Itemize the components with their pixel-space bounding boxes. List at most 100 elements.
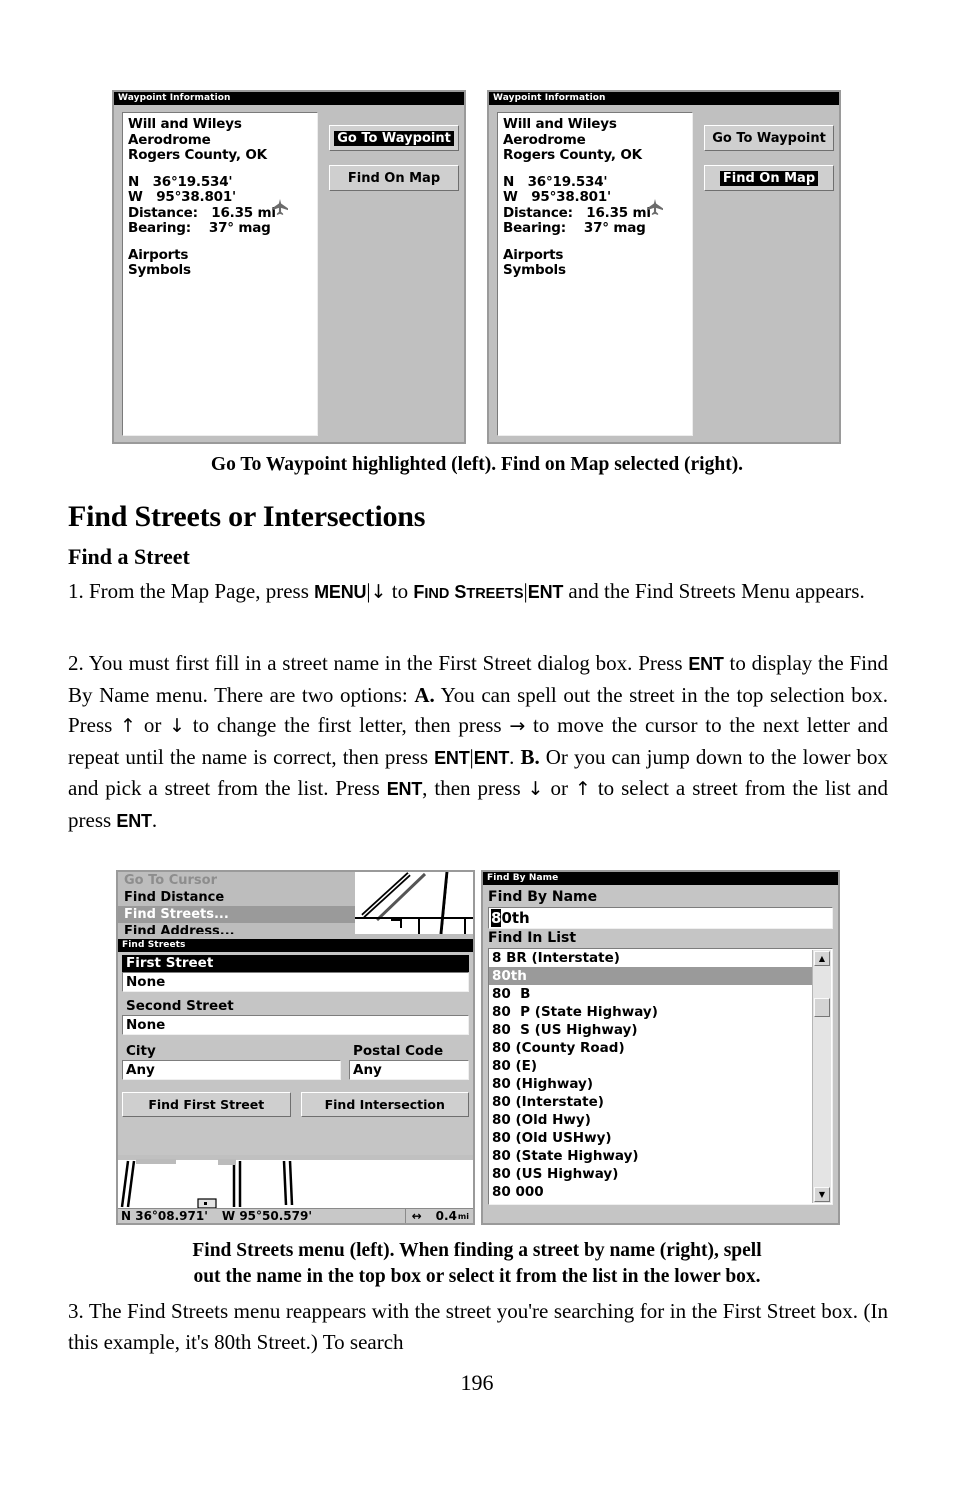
step2-part-g: .	[509, 744, 521, 769]
scroll-up-arrow-icon[interactable]: ▲	[814, 951, 830, 966]
step-3-paragraph: 3. The Find Streets menu reappears with …	[68, 1296, 888, 1357]
figure2-caption-line2: out the name in the top box or select it…	[193, 1266, 761, 1287]
list-item[interactable]: 80 B	[489, 985, 812, 1003]
find-by-name-label: Find By Name	[488, 889, 598, 905]
list-item[interactable]: 80 000	[489, 1183, 812, 1201]
ent-key: ENT	[434, 747, 470, 768]
find-streets-form: First Street None Second Street None Cit…	[118, 952, 473, 1155]
street-list[interactable]: 8 BR (Interstate) 80th 80 B 80 P (State …	[488, 948, 833, 1205]
map-status-bar: N 36°08.971' W 95°50.579' ↔ 0.4 mi	[118, 1208, 473, 1223]
list-item[interactable]: 8 BR (Interstate)	[489, 949, 812, 967]
city-input[interactable]: Any	[122, 1060, 341, 1080]
map-roads-graphic	[355, 872, 473, 934]
step2-part-d: or	[136, 713, 170, 737]
page-title-text: Find Streets or Intersections	[68, 500, 426, 533]
list-item[interactable]: 80 P (State Highway)	[489, 1003, 812, 1021]
list-item[interactable]: 80 Alt (State Highway)	[489, 1201, 812, 1204]
find-in-list-label: Find In List	[488, 930, 577, 946]
step2-part-a: 2. You must first fill in a street name …	[68, 651, 689, 675]
go-to-waypoint-label: Go To Waypoint	[334, 130, 454, 146]
arrow-right-icon: →	[509, 715, 526, 737]
sc-treets: TREETS	[466, 586, 524, 602]
text-cursor: 8	[491, 909, 502, 927]
first-street-input[interactable]: None	[122, 972, 469, 992]
city-label: City	[126, 1043, 156, 1059]
list-item[interactable]: 80 (E)	[489, 1057, 812, 1075]
postal-code-label: Postal Code	[353, 1043, 444, 1059]
go-to-waypoint-button[interactable]: Go To Waypoint	[329, 125, 459, 151]
find-by-name-value-rest: 0th	[501, 909, 530, 927]
find-first-street-button[interactable]: Find First Street	[122, 1092, 291, 1117]
list-item[interactable]: 80 (Old Hwy)	[489, 1111, 812, 1129]
list-scrollbar[interactable]: ▲ ▼	[812, 950, 831, 1203]
list-item[interactable]: 80 (Old USHwy)	[489, 1129, 812, 1147]
city-postal-row: City Any Postal Code Any	[122, 1043, 469, 1080]
waypoint-name-line3: Rogers County, OK	[128, 147, 267, 163]
find-by-name-input[interactable]: 80th	[488, 907, 833, 929]
step2-part-l: .	[151, 807, 158, 832]
list-item[interactable]: 80 S (US Highway)	[489, 1021, 812, 1039]
scrollbar-thumb[interactable]	[814, 998, 830, 1017]
airplane-icon	[272, 199, 288, 215]
status-range-value: 0.4	[435, 1209, 457, 1223]
waypoint-bearing: Bearing: 37° mag	[503, 220, 646, 236]
second-street-label: Second Street	[126, 998, 234, 1014]
find-by-name-titlebar: Find By Name	[483, 872, 838, 885]
step1-part-c: and the Find Streets Menu appears.	[563, 579, 865, 603]
find-intersection-button[interactable]: Find Intersection	[300, 1092, 469, 1117]
list-item[interactable]: 80 (Highway)	[489, 1075, 812, 1093]
figure1-caption: Go To Waypoint highlighted (left). Find …	[60, 452, 894, 478]
step2-part-j: or	[543, 776, 575, 800]
gps-screenshot-find-streets: Go To Cursor Find Distance Find Streets.…	[116, 870, 475, 1225]
city-group: City Any	[122, 1043, 341, 1080]
postal-code-input[interactable]: Any	[349, 1060, 469, 1080]
scroll-down-arrow-icon[interactable]: ▼	[814, 1187, 830, 1202]
postal-group: Postal Code Any	[349, 1043, 469, 1080]
waypoint-name-line3: Rogers County, OK	[503, 147, 642, 163]
list-item[interactable]: 80th	[489, 967, 812, 985]
list-item[interactable]: 80 (State Highway)	[489, 1147, 812, 1165]
sc-ind: IND	[424, 586, 450, 602]
step1-part-a: 1. From the Map Page, press	[68, 579, 315, 603]
list-item[interactable]: 80 (County Road)	[489, 1039, 812, 1057]
list-item[interactable]: 80 (Interstate)	[489, 1093, 812, 1111]
map-thumbnail	[355, 872, 473, 934]
go-to-waypoint-button[interactable]: Go To Waypoint	[704, 125, 834, 151]
waypoint-subcategory: Symbols	[503, 262, 566, 278]
ent-key: ENT	[116, 810, 152, 831]
ent-key: ENT	[386, 779, 423, 799]
map-page-overlay-menu: Go To Cursor Find Distance Find Streets.…	[118, 872, 473, 939]
first-street-label: First Street	[122, 955, 469, 972]
figure2-caption: Find Streets menu (left). When finding a…	[60, 1238, 894, 1290]
gps-screenshot-waypoint-left: Waypoint Information Will and Wileys Aer…	[112, 90, 466, 444]
step-2-paragraph: 2. You must first fill in a street name …	[68, 648, 888, 836]
find-streets-titlebar: Find Streets	[118, 939, 473, 952]
step3-text: 3. The Find Streets menu reappears with …	[68, 1299, 888, 1354]
airplane-icon	[647, 199, 663, 215]
subsection-title: Find a Street	[68, 544, 888, 570]
gps-screenshot-waypoint-right: Waypoint Information Will and Wileys Aer…	[487, 90, 841, 444]
find-first-street-label: Find First Street	[148, 1097, 265, 1112]
gps-screenshot-find-by-name: Find By Name Find By Name 80th Find In L…	[481, 870, 840, 1225]
waypoint-name-line2: Aerodrome	[503, 131, 586, 148]
waypoint-latitude: N 36°19.534'	[128, 173, 233, 190]
find-on-map-button[interactable]: Find On Map	[329, 165, 459, 191]
waypoint-left-titlebar: Waypoint Information	[114, 92, 464, 105]
waypoint-right-info-box: Will and Wileys Aerodrome Rogers County,…	[497, 112, 693, 436]
status-longitude: W 95°50.579'	[221, 1209, 312, 1223]
arrow-down-icon: ↓	[370, 581, 387, 603]
go-to-waypoint-label: Go To Waypoint	[712, 130, 826, 146]
find-on-map-button[interactable]: Find On Map	[704, 165, 834, 191]
waypoint-left-body: Will and Wileys Aerodrome Rogers County,…	[114, 105, 464, 442]
page-number-text: 196	[460, 1370, 494, 1395]
arrow-up-icon: ↑	[120, 715, 137, 737]
list-item[interactable]: 80 (US Highway)	[489, 1165, 812, 1183]
find-on-map-label: Find On Map	[719, 170, 819, 186]
waypoint-right-titlebar: Waypoint Information	[489, 92, 839, 105]
second-street-input[interactable]: None	[122, 1015, 469, 1035]
find-streets-inner: Go To Cursor Find Distance Find Streets.…	[118, 872, 473, 1223]
step2-part-e: to change the first letter, then press	[185, 713, 510, 737]
